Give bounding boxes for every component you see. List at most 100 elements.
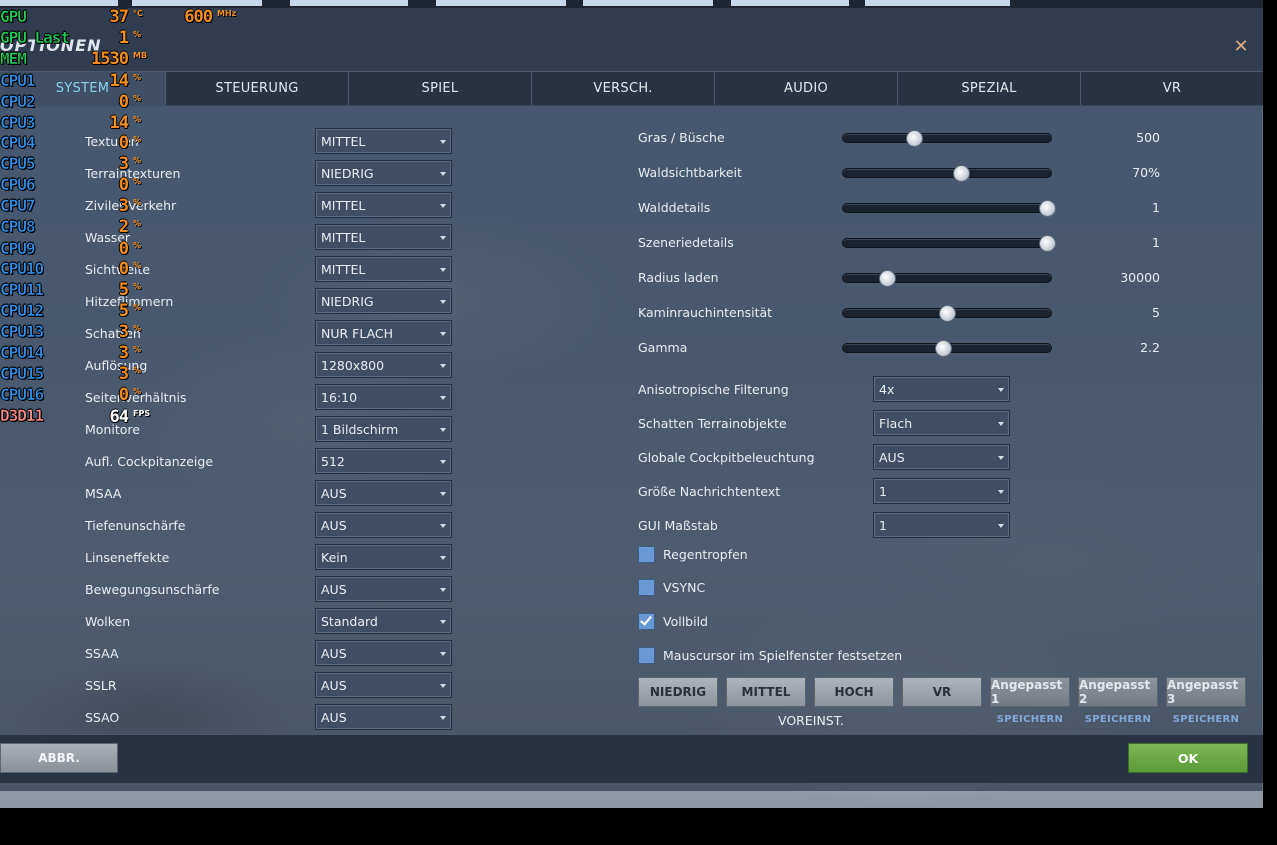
preset-vr-button[interactable]: VR [902,677,982,707]
checkmark-icon [640,613,652,626]
setting-dropdown-value: 4x [879,382,895,397]
setting-dropdown[interactable]: MITTEL [315,224,452,250]
slider-value: 30000 [1120,270,1160,285]
chevron-down-icon [440,204,446,208]
save-custom-2-link[interactable]: SPEICHERN [1078,714,1158,725]
setting-dropdown[interactable]: AUS [315,512,452,538]
tab-system[interactable]: SYSTEM [0,72,166,105]
slider-thumb[interactable] [934,340,952,357]
preset-custom-2-button[interactable]: Angepasst 2 [1078,677,1158,707]
setting-dropdown[interactable]: 1280x800 [315,352,452,378]
cancel-button[interactable]: ABBR. [0,743,118,773]
setting-dropdown[interactable]: 4x [873,376,1010,402]
setting-dropdown[interactable]: AUS [315,480,452,506]
setting-dropdown[interactable]: MITTEL [315,192,452,218]
setting-label: Aufl. Cockpitanzeige [85,454,214,469]
checkbox[interactable] [638,546,655,563]
setting-label: SSLR [85,678,117,693]
setting-dropdown[interactable]: AUS [315,576,452,602]
setting-dropdown-value: MITTEL [321,230,366,245]
setting-dropdown-value: NIEDRIG [321,294,374,309]
checkbox[interactable] [638,579,655,596]
close-button[interactable]: ✕ [1231,38,1251,58]
slider-thumb[interactable] [952,165,970,182]
slider-thumb[interactable] [1038,200,1056,217]
checkbox[interactable] [638,647,655,664]
setting-dropdown-value: AUS [321,646,347,661]
setting-row: Globale Cockpitbeleuchtung AUS [638,444,1018,470]
slider-track[interactable] [842,340,1052,357]
checkbox[interactable] [638,613,655,630]
slider-track[interactable] [842,305,1052,322]
preset-hoch-button[interactable]: HOCH [814,677,894,707]
tab-versch[interactable]: VERSCH. [532,72,715,105]
slider-track[interactable] [842,165,1052,182]
setting-label: Bewegungsunschärfe [85,582,220,597]
slider-thumb[interactable] [878,270,896,287]
setting-dropdown[interactable]: 1 [873,512,1010,538]
setting-label: Seitenverhältnis [85,390,187,405]
setting-dropdown[interactable]: AUS [315,640,452,666]
slider-track[interactable] [842,270,1052,287]
ok-button[interactable]: OK [1128,743,1248,773]
tab-spezial[interactable]: SPEZIAL [898,72,1081,105]
slider-track[interactable] [842,130,1052,147]
chevron-down-icon [440,172,446,176]
preset-custom-3-button[interactable]: Angepasst 3 [1166,677,1246,707]
setting-dropdown-value: MITTEL [321,262,366,277]
setting-dropdown[interactable]: 1 Bildschirm [315,416,452,442]
setting-dropdown[interactable]: 1 [873,478,1010,504]
tab-vr[interactable]: VR [1081,72,1263,105]
setting-dropdown-value: MITTEL [321,198,366,213]
setting-dropdown[interactable]: Kein [315,544,452,570]
tab-audio[interactable]: AUDIO [715,72,898,105]
setting-dropdown-value: MITTEL [321,134,366,149]
setting-dropdown[interactable]: MITTEL [315,128,452,154]
setting-dropdown-value: NIEDRIG [321,166,374,181]
setting-dropdown[interactable]: Standard [315,608,452,634]
slider-row: Walddetails 1 [638,195,1168,221]
tab-spiel[interactable]: SPIEL [349,72,532,105]
setting-label: Sichtweite [85,262,151,277]
slider-track[interactable] [842,200,1056,217]
slider-track[interactable] [842,235,1056,252]
setting-dropdown-value: 1 [879,484,887,499]
setting-dropdown[interactable]: MITTEL [315,256,452,282]
setting-label: Terraintexturen [85,166,181,181]
chevron-down-icon [440,588,446,592]
setting-dropdown[interactable]: AUS [873,444,1010,470]
preset-mittel-button[interactable]: MITTEL [726,677,806,707]
setting-label: Tiefenunschärfe [85,518,186,533]
setting-dropdown[interactable]: NUR FLACH [315,320,452,346]
setting-dropdown[interactable]: NIEDRIG [315,288,452,314]
chevron-down-icon [440,684,446,688]
setting-dropdown-value: 16:10 [321,390,358,405]
slider-thumb[interactable] [1038,235,1056,252]
save-custom-3-link[interactable]: SPEICHERN [1166,714,1246,725]
setting-dropdown[interactable]: NIEDRIG [315,160,452,186]
setting-row: GUI Maßstab 1 [638,512,1018,538]
setting-label: Größe Nachrichtentext [638,484,781,499]
slider-thumb[interactable] [939,305,956,322]
title-bar: OPTIONEN ✕ [0,8,1263,72]
setting-dropdown[interactable]: Flach [873,410,1010,436]
setting-dropdown[interactable]: AUS [315,672,452,698]
slider-row: Radius laden 30000 [638,265,1168,291]
tab-steuerung[interactable]: STEUERUNG [166,72,349,105]
setting-dropdown[interactable]: 16:10 [315,384,452,410]
setting-dropdown[interactable]: AUS [315,704,452,730]
setting-dropdown[interactable]: 512 [315,448,452,474]
preset-custom-1-button[interactable]: Angepasst 1 [990,677,1070,707]
chevron-down-icon [440,428,446,432]
slider-thumb[interactable] [905,130,923,147]
setting-dropdown-value: 1 Bildschirm [321,422,399,437]
preset-niedrig-button[interactable]: NIEDRIG [638,677,718,707]
setting-dropdown-value: NUR FLACH [321,326,394,341]
chevron-down-icon [440,300,446,304]
slider-value: 2.2 [1140,340,1160,355]
setting-label: Schatten [85,326,141,341]
slider-label: Szeneriedetails [638,235,734,250]
save-custom-1-link[interactable]: SPEICHERN [990,714,1070,725]
chevron-down-icon [440,236,446,240]
setting-label: Auflösung [85,358,148,373]
